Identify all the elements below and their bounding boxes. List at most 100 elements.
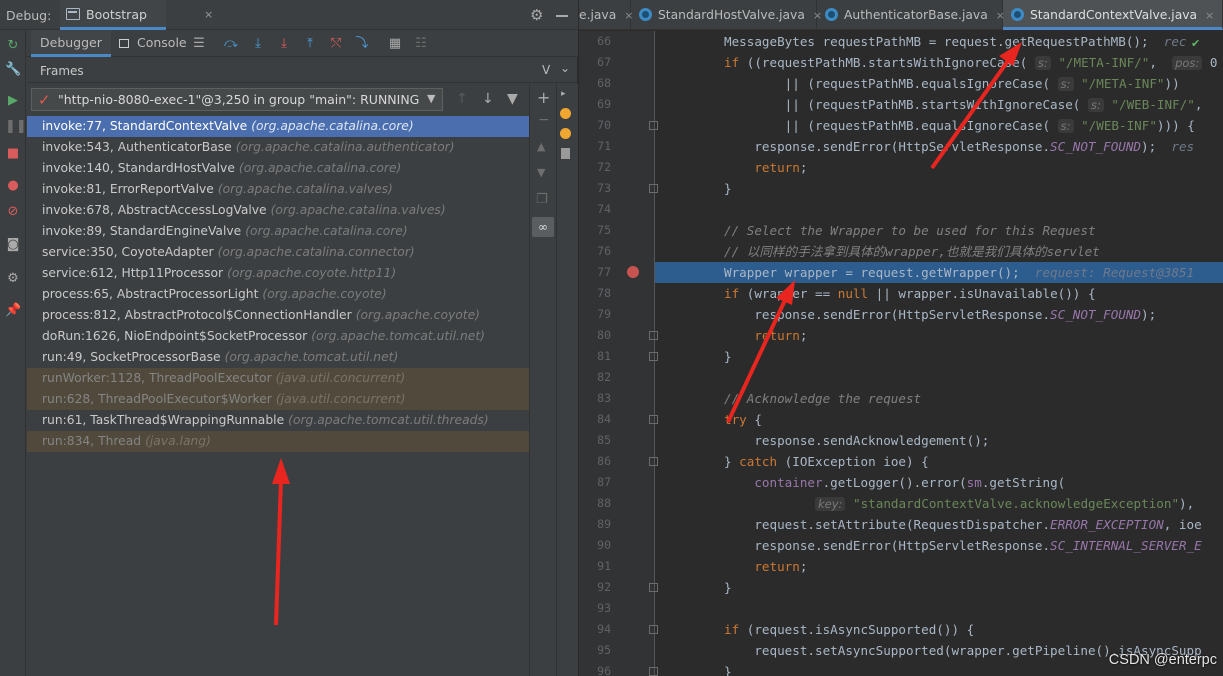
code-line[interactable]: [656, 199, 1223, 220]
line-number: 89: [597, 517, 611, 531]
code-line[interactable]: || (requestPathMB.startsWithIgnoreCase( …: [656, 94, 1223, 115]
mute-breakpoints-icon[interactable]: ⊘: [5, 204, 21, 220]
frame-package: (org.apache.catalina.authenticator): [235, 140, 455, 154]
view-breakpoints-icon[interactable]: ●: [5, 178, 21, 194]
breakpoint-icon[interactable]: [627, 266, 639, 278]
close-icon[interactable]: ×: [1205, 9, 1214, 22]
frame-row[interactable]: invoke:543, AuthenticatorBase (org.apache…: [27, 137, 529, 158]
code-line[interactable]: [656, 367, 1223, 388]
code-line[interactable]: // 以同样的手法拿到具体的wrapper,也就是我们具体的servlet: [656, 241, 1223, 262]
code-line[interactable]: || (requestPathMB.equalsIgnoreCase( s: "…: [656, 115, 1223, 136]
plus-icon[interactable]: +: [537, 88, 550, 107]
code-line[interactable]: Wrapper wrapper = request.getWrapper(); …: [656, 262, 1223, 283]
code-line[interactable]: if (wrapper == null || wrapper.isUnavail…: [656, 283, 1223, 304]
code-line[interactable]: request.setAttribute(RequestDispatcher.E…: [656, 514, 1223, 535]
editor-tab-label: StandardHostValve.java: [658, 8, 805, 22]
drop-frame-icon[interactable]: ⤲: [328, 36, 344, 52]
trace-icon[interactable]: ☷: [413, 36, 429, 52]
minus-icon[interactable]: −: [538, 112, 550, 128]
copy-icon[interactable]: ❐: [536, 192, 548, 207]
gear-icon[interactable]: ⚙: [530, 6, 543, 24]
code-line[interactable]: return;: [656, 556, 1223, 577]
arrow-down-icon[interactable]: ↓: [482, 91, 494, 107]
filter-icon[interactable]: ▼: [507, 91, 518, 107]
code-line[interactable]: || (requestPathMB.equalsIgnoreCase( s: "…: [656, 73, 1223, 94]
frame-row[interactable]: service:350, CoyoteAdapter (org.apache.ca…: [27, 242, 529, 263]
move-down-icon[interactable]: ▼: [537, 166, 545, 179]
pin-icon[interactable]: 📌: [5, 303, 21, 319]
code-line[interactable]: // Acknowledge the request: [656, 388, 1223, 409]
camera-icon[interactable]: ◙: [5, 237, 21, 253]
editor-tab[interactable]: e.java ×: [579, 0, 633, 30]
step-over-icon[interactable]: ⤓: [250, 36, 266, 52]
pause-icon[interactable]: ❚❚: [5, 119, 27, 135]
code-area[interactable]: MessageBytes requestPathMB = request.get…: [656, 31, 1223, 676]
frame-method: invoke:89, StandardEngineValve: [42, 224, 242, 238]
inspection-ok-icon[interactable]: ✔: [1191, 37, 1200, 50]
evaluate-expression-icon[interactable]: ▦: [387, 36, 403, 52]
code-line[interactable]: if ((requestPathMB.startsWithIgnoreCase(…: [656, 52, 1223, 73]
code-line[interactable]: try {: [656, 409, 1223, 430]
line-number: 76: [597, 244, 611, 258]
code-line[interactable]: MessageBytes requestPathMB = request.get…: [656, 31, 1223, 52]
frame-row[interactable]: run:628, ThreadPoolExecutor$Worker (java.…: [27, 389, 529, 410]
editor-tab[interactable]: AuthenticatorBase.java ×: [817, 0, 1005, 30]
glasses-icon[interactable]: ∞: [532, 217, 554, 237]
stop-icon[interactable]: ■: [5, 146, 21, 162]
code-line[interactable]: [656, 598, 1223, 619]
code-line[interactable]: response.sendError(HttpServletResponse.S…: [656, 535, 1223, 556]
frame-row[interactable]: process:65, AbstractProcessorLight (org.a…: [27, 284, 529, 305]
chevron-down-icon[interactable]: ⌄: [560, 61, 570, 75]
wrench-icon[interactable]: 🔧: [5, 62, 21, 78]
settings-icon[interactable]: ⚙: [5, 271, 21, 287]
session-tab-bootstrap[interactable]: Bootstrap ×: [60, 0, 213, 30]
code-line[interactable]: if (request.isAsyncSupported()) {: [656, 619, 1223, 640]
arrow-up-icon[interactable]: ↑: [456, 91, 468, 107]
code-line[interactable]: response.sendError(HttpServletResponse.S…: [656, 136, 1223, 157]
frame-row[interactable]: service:612, Http11Processor (org.apache.…: [27, 263, 529, 284]
code-line[interactable]: response.sendError(HttpServletResponse.S…: [656, 304, 1223, 325]
code-line[interactable]: key: "standardContextValve.acknowledgeEx…: [656, 493, 1223, 514]
frame-row[interactable]: doRun:1626, NioEndpoint$SocketProcessor(…: [27, 326, 529, 347]
editor-tab[interactable]: StandardContextValve.java ×: [1003, 0, 1223, 30]
step-into-icon[interactable]: ⤓: [276, 36, 292, 52]
code-line[interactable]: return;: [656, 325, 1223, 346]
line-number: 93: [597, 601, 611, 615]
line-number: 72: [597, 160, 611, 174]
thread-selector[interactable]: ✓ "http-nio-8080-exec-1"@3,250 in group …: [31, 88, 443, 111]
run-to-cursor-icon[interactable]: ⤵: [354, 36, 370, 52]
code-line[interactable]: } catch (IOException ioe) {: [656, 451, 1223, 472]
frame-row[interactable]: invoke:77, StandardContextValve (org.apac…: [27, 116, 529, 137]
frame-row[interactable]: run:834, Thread (java.lang): [27, 431, 529, 452]
frame-row[interactable]: invoke:140, StandardHostValve (org.apache…: [27, 158, 529, 179]
frame-row[interactable]: invoke:81, ErrorReportValve (org.apache.c…: [27, 179, 529, 200]
frames-list: invoke:77, StandardContextValve (org.apac…: [27, 116, 529, 452]
code-line[interactable]: container.getLogger().error(sm.getString…: [656, 472, 1223, 493]
editor-gutter[interactable]: 66 67 68 69 70 71 72 73 74 75 76 77 78 79 80 81 82 83 84 85…: [579, 31, 658, 676]
tab-console[interactable]: Console: [117, 30, 187, 57]
close-icon[interactable]: ×: [204, 8, 213, 21]
tab-debugger[interactable]: Debugger: [31, 30, 111, 57]
frame-row[interactable]: run:49, SocketProcessorBase (org.apache.t…: [27, 347, 529, 368]
frame-row[interactable]: runWorker:1128, ThreadPoolExecutor (java.…: [27, 368, 529, 389]
minimize-icon[interactable]: [556, 15, 568, 17]
code-line[interactable]: return;: [656, 157, 1223, 178]
frame-row[interactable]: invoke:89, StandardEngineValve (org.apach…: [27, 221, 529, 242]
move-up-icon[interactable]: ▲: [537, 140, 545, 153]
code-line[interactable]: }: [656, 346, 1223, 367]
show-execution-point-icon[interactable]: ⤼: [223, 36, 239, 52]
code-line[interactable]: response.sendAcknowledgement();: [656, 430, 1223, 451]
editor-tab[interactable]: StandardHostValve.java ×: [631, 0, 822, 30]
frame-row[interactable]: process:812, AbstractProtocol$Connection…: [27, 305, 529, 326]
code-line[interactable]: }: [656, 577, 1223, 598]
frame-row[interactable]: run:61, TaskThread$WrappingRunnable (org.…: [27, 410, 529, 431]
code-line[interactable]: // Select the Wrapper to be used for thi…: [656, 220, 1223, 241]
frame-row[interactable]: invoke:678, AbstractAccessLogValve (org.a…: [27, 200, 529, 221]
java-class-icon: [1011, 8, 1024, 21]
menu-lines-icon[interactable]: ☰: [191, 36, 207, 52]
frame-package: (org.apache.catalina.core): [245, 224, 408, 238]
step-out-icon[interactable]: ⤒: [302, 36, 318, 52]
code-line[interactable]: }: [656, 178, 1223, 199]
resume-icon[interactable]: ▶: [5, 93, 21, 109]
rerun-icon[interactable]: ↻: [5, 38, 21, 54]
